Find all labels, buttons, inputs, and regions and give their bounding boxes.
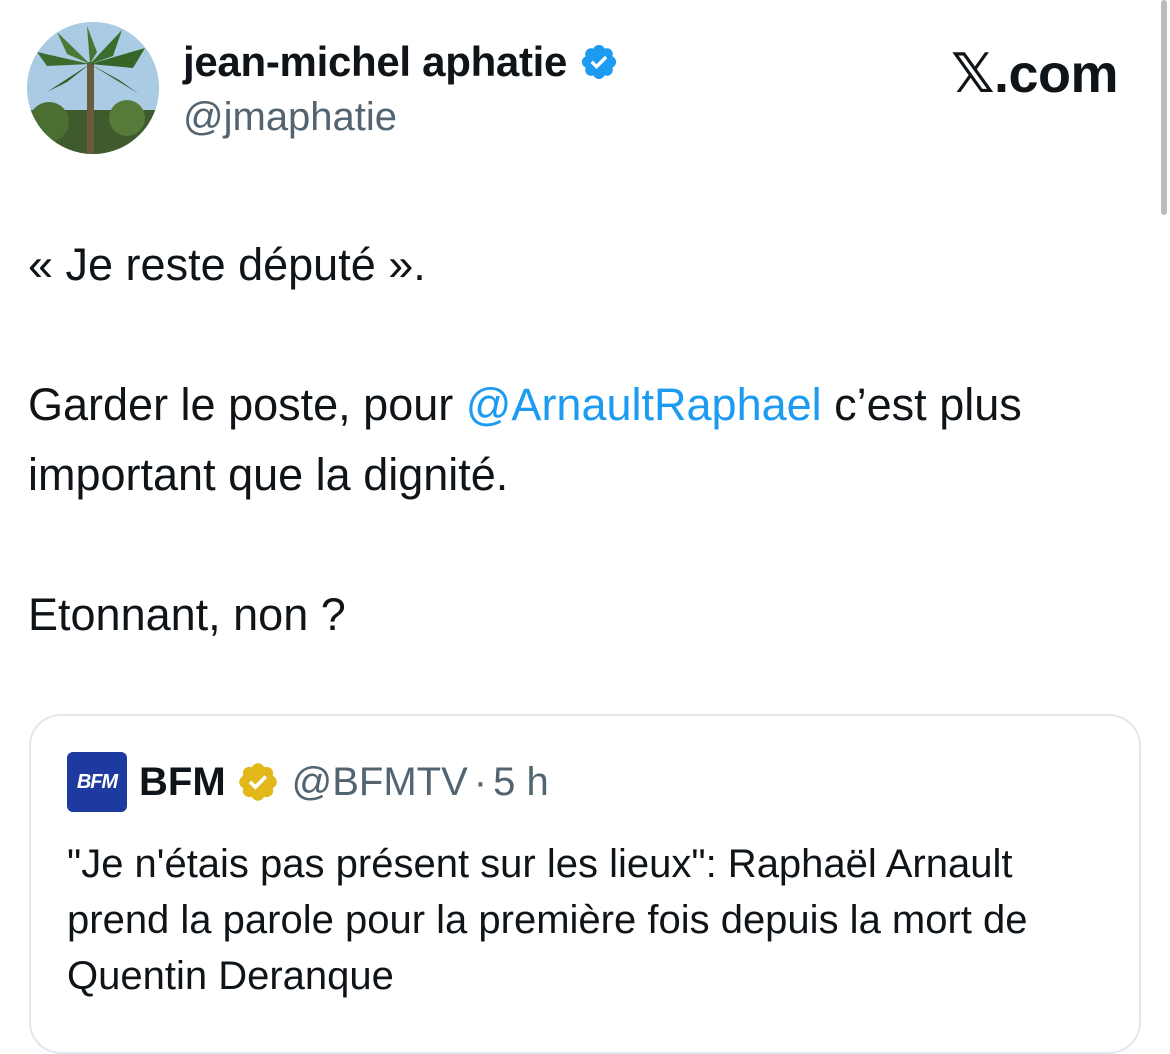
bfm-logo-avatar[interactable]: BFM (67, 752, 127, 812)
author-avatar[interactable] (27, 22, 159, 154)
scrollbar[interactable] (1161, 0, 1167, 215)
verified-gold-badge-icon (238, 763, 277, 801)
author-name-text: jean-michel aphatie (183, 38, 568, 85)
separator-dot: · (473, 759, 488, 804)
author-handle[interactable]: @jmaphatie (183, 95, 397, 140)
mention-link[interactable]: @ArnaultRaphael (466, 379, 822, 430)
quoted-timestamp[interactable]: 5 h (493, 760, 549, 805)
tweet-text-before-mention: Garder le poste, pour (28, 379, 466, 430)
tweet-line-quote: « Je reste député ». (28, 239, 426, 290)
quoted-tweet-card[interactable]: BFM BFM @BFMTV · 5 h "Je n'étais pas pré… (29, 714, 1141, 1054)
quoted-tweet-header: BFM BFM @BFMTV · 5 h (67, 752, 549, 812)
tweet-body: « Je reste député ». Garder le poste, po… (28, 230, 1128, 650)
palm-tree-photo (27, 22, 159, 154)
verified-badge-icon (582, 44, 617, 80)
tweet-paragraph-2: Garder le poste, pour @ArnaultRaphael c’… (28, 370, 1128, 510)
quoted-author-name[interactable]: BFM (139, 760, 226, 805)
quoted-tweet-text: "Je n'étais pas présent sur les lieux": … (67, 842, 1028, 998)
author-display-name[interactable]: jean-michel aphatie (183, 38, 619, 86)
tweet-line-closing: Etonnant, non ? (28, 589, 346, 640)
quoted-author-handle[interactable]: @BFMTV (292, 760, 468, 805)
x-brand-label: 𝕏.com (950, 44, 1119, 104)
